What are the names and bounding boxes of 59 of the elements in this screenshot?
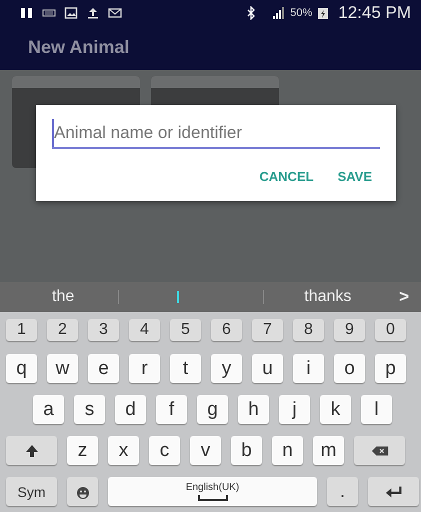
key[interactable]: z xyxy=(67,436,98,465)
input-field[interactable]: Animal name or identifier xyxy=(52,119,380,149)
key[interactable]: 0 xyxy=(375,319,406,341)
enter-arrow-icon xyxy=(384,484,402,500)
emoji-key[interactable] xyxy=(67,477,98,506)
key[interactable]: e xyxy=(88,354,119,383)
key[interactable]: n xyxy=(272,436,303,465)
key[interactable]: r xyxy=(129,354,160,383)
key[interactable]: 2 xyxy=(47,319,78,341)
key[interactable]: s xyxy=(74,395,105,424)
battery-icon xyxy=(316,6,330,20)
key[interactable]: 8 xyxy=(293,319,324,341)
key[interactable]: l xyxy=(361,395,392,424)
key[interactable]: d xyxy=(115,395,146,424)
key[interactable]: j xyxy=(279,395,310,424)
period-key[interactable]: . xyxy=(327,477,358,506)
image-icon xyxy=(64,6,78,20)
key[interactable]: t xyxy=(170,354,201,383)
screen-title: New Animal xyxy=(28,37,130,58)
key[interactable]: a xyxy=(33,395,64,424)
key[interactable]: i xyxy=(293,354,324,383)
key[interactable]: g xyxy=(197,395,228,424)
key[interactable]: 4 xyxy=(129,319,160,341)
key[interactable]: q xyxy=(6,354,37,383)
key[interactable]: p xyxy=(375,354,406,383)
key[interactable]: o xyxy=(334,354,365,383)
shift-key[interactable] xyxy=(6,436,57,465)
space-bar-icon xyxy=(198,495,228,501)
mail-icon xyxy=(108,6,122,20)
key[interactable]: 7 xyxy=(252,319,283,341)
more-suggestions-button[interactable]: > xyxy=(399,287,409,307)
text-cursor xyxy=(177,291,180,303)
key[interactable]: f xyxy=(156,395,187,424)
key[interactable]: 9 xyxy=(334,319,365,341)
enter-key[interactable] xyxy=(368,477,419,506)
key[interactable]: 5 xyxy=(170,319,201,341)
key[interactable]: 3 xyxy=(88,319,119,341)
suggestion-word[interactable]: thanks xyxy=(304,288,352,306)
signal-icon xyxy=(272,6,286,20)
key[interactable]: y xyxy=(211,354,242,383)
key[interactable]: w xyxy=(47,354,78,383)
backspace-key[interactable] xyxy=(354,436,405,465)
key[interactable]: c xyxy=(149,436,180,465)
key[interactable]: x xyxy=(108,436,139,465)
space-key[interactable]: English(UK) xyxy=(108,477,317,506)
key[interactable]: 1 xyxy=(6,319,37,341)
pause-icon xyxy=(20,6,34,20)
key[interactable]: b xyxy=(231,436,262,465)
key[interactable]: h xyxy=(238,395,269,424)
key[interactable]: 6 xyxy=(211,319,242,341)
clock-time: 12:45 PM xyxy=(338,2,411,22)
key[interactable]: u xyxy=(252,354,283,383)
battery-percent: 50% xyxy=(290,6,312,18)
upload-icon xyxy=(86,6,100,20)
sym-key[interactable]: Sym xyxy=(6,477,57,506)
suggestion-word[interactable]: the xyxy=(52,288,74,306)
key[interactable]: v xyxy=(190,436,221,465)
key[interactable]: m xyxy=(313,436,344,465)
key[interactable]: k xyxy=(320,395,351,424)
